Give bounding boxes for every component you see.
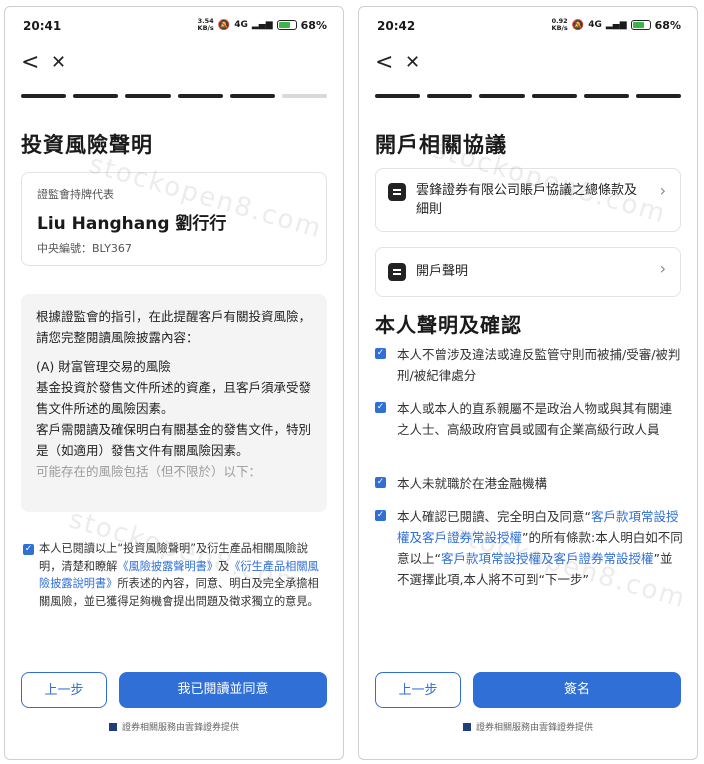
status-time: 20:42 bbox=[377, 19, 416, 33]
mute-icon: 🔕 bbox=[571, 19, 585, 31]
footer: 證券相關服務由雲鋒證券提供 bbox=[359, 720, 697, 733]
signal-icon: ▂▄▆ bbox=[251, 20, 273, 30]
risk-disclosure-box[interactable]: 根據證監會的指引，在此提醒客戶有關投資風險，請您完整閱讀風險披露內容： (A) … bbox=[21, 294, 327, 512]
representative-card: 證監會持牌代表 Liu Hanghang 劉行行 中央編號：BLY367 bbox=[21, 172, 327, 266]
status-bar: 20:41 3.54 KB/s 🔕 4G ▂▄▆ 68% bbox=[5, 7, 343, 43]
progress-step bbox=[73, 94, 119, 98]
declaration-checkbox[interactable]: ✓ bbox=[375, 348, 386, 359]
progress-step bbox=[427, 94, 473, 98]
battery-percent: 68% bbox=[300, 18, 327, 32]
prev-step-button[interactable]: 上一步 bbox=[375, 672, 461, 708]
page-title: 投資風險聲明 bbox=[21, 133, 153, 157]
risk-disclosure-link[interactable]: 《風險披露聲明書》 bbox=[117, 560, 218, 573]
battery-percent: 68% bbox=[654, 18, 681, 32]
progress-step bbox=[21, 94, 67, 98]
network-type: 4G bbox=[234, 20, 248, 30]
battery-icon bbox=[630, 20, 651, 30]
declaration-checkbox[interactable]: ✓ bbox=[375, 477, 386, 488]
status-time: 20:41 bbox=[23, 19, 62, 33]
progress-step bbox=[125, 94, 171, 98]
declaration-text: 本人或本人的直系親屬不是政治人物或與其有關連之人士、高級政府官員或國有企業高級行… bbox=[397, 401, 673, 437]
doc-label: 開戶聲明 bbox=[416, 264, 469, 279]
page-title: 開戶相關協議 bbox=[375, 133, 507, 157]
mute-icon: 🔕 bbox=[217, 19, 231, 31]
doc-label: 雲鋒證券有限公司賬戶協議之總條款及細則 bbox=[416, 183, 638, 217]
nav-bar: < ✕ bbox=[5, 47, 343, 79]
disclosure-paragraph: 客戶需閱讀及確保明白有關基金的發售文件，特別是（如適用）發售文件有關風險因素。 bbox=[36, 422, 312, 458]
nav-bar: < ✕ bbox=[359, 47, 697, 79]
chevron-right-icon: › bbox=[659, 181, 666, 200]
progress-step bbox=[583, 94, 629, 98]
broker-logo-icon bbox=[108, 723, 117, 731]
broker-logo-icon bbox=[462, 723, 471, 731]
phone-screen-risk-statement: 20:41 3.54 KB/s 🔕 4G ▂▄▆ 68% < ✕ 投資風險聲明 證… bbox=[4, 6, 344, 760]
close-icon[interactable]: ✕ bbox=[51, 49, 66, 77]
network-speed: 0.92 KB/s bbox=[551, 17, 568, 32]
risk-consent-checkbox[interactable]: ✓ bbox=[23, 544, 34, 555]
back-icon[interactable]: < bbox=[21, 49, 39, 77]
disclosure-paragraph: 基金投資於發售文件所述的資產，且客戶須承受發售文件所述的風險因素。 bbox=[36, 380, 312, 416]
progress-step bbox=[635, 94, 682, 98]
standing-authority-link[interactable]: 客戶款項常設授權及客戶證券常設授權 bbox=[441, 551, 654, 566]
disclosure-heading: (A) 財富管理交易的風險 bbox=[36, 359, 171, 374]
progress-step bbox=[177, 94, 223, 98]
step-progress bbox=[375, 94, 682, 98]
rep-name: Liu Hanghang 劉行行 bbox=[37, 214, 227, 234]
back-icon[interactable]: < bbox=[375, 49, 393, 77]
declaration-item: ✓ 本人未就職於在港金融機構 bbox=[375, 473, 683, 494]
declaration-text: 本人不曾涉及違法或違反監管守則而被捕/受審/被判刑/被紀律處分 bbox=[397, 347, 681, 383]
progress-step bbox=[531, 94, 577, 98]
standing-authority-text: 本人確認已閱讀、完全明白及同意“客戶款項常設授權及客戶證券常設授權”的所有條款:… bbox=[397, 509, 683, 587]
rep-code: 中央編號：BLY367 bbox=[37, 242, 132, 255]
prev-step-button[interactable]: 上一步 bbox=[21, 672, 107, 708]
status-bar: 20:42 0.92 KB/s 🔕 4G ▂▄▆ 68% bbox=[359, 7, 697, 43]
status-icons: 3.54 KB/s 🔕 4G ▂▄▆ 68% bbox=[198, 18, 327, 32]
chevron-right-icon: › bbox=[659, 259, 666, 278]
document-icon bbox=[388, 263, 406, 281]
sign-button[interactable]: 簽名 bbox=[473, 672, 681, 708]
progress-step bbox=[479, 94, 525, 98]
disclosure-intro: 根據證監會的指引，在此提醒客戶有關投資風險，請您完整閱讀風險披露內容： bbox=[36, 309, 312, 345]
battery-icon bbox=[276, 20, 297, 30]
declaration-checkbox[interactable]: ✓ bbox=[375, 402, 386, 413]
status-icons: 0.92 KB/s 🔕 4G ▂▄▆ 68% bbox=[552, 18, 681, 32]
step-progress bbox=[21, 94, 328, 98]
progress-step bbox=[229, 94, 275, 98]
declaration-item: ✓ 本人確認已閱讀、完全明白及同意“客戶款項常設授權及客戶證券常設授權”的所有條… bbox=[375, 506, 683, 590]
declaration-text: 本人未就職於在港金融機構 bbox=[397, 476, 548, 491]
network-speed: 3.54 KB/s bbox=[197, 17, 214, 32]
rep-label: 證監會持牌代表 bbox=[37, 188, 114, 201]
document-icon bbox=[388, 183, 406, 201]
standing-authority-checkbox[interactable]: ✓ bbox=[375, 510, 386, 521]
section-title: 本人聲明及確認 bbox=[375, 313, 522, 337]
declaration-item: ✓ 本人不曾涉及違法或違反監管守則而被捕/受審/被判刑/被紀律處分 bbox=[375, 344, 683, 386]
progress-step bbox=[375, 94, 421, 98]
scroll-fade bbox=[21, 472, 327, 512]
close-icon[interactable]: ✕ bbox=[405, 49, 420, 77]
phone-screen-agreements: 20:42 0.92 KB/s 🔕 4G ▂▄▆ 68% < ✕ 開戶相關協議 雲… bbox=[358, 6, 698, 760]
account-statement-card[interactable]: 開戶聲明 › bbox=[375, 247, 681, 297]
footer: 證券相關服務由雲鋒證券提供 bbox=[5, 720, 343, 733]
network-type: 4G bbox=[588, 20, 602, 30]
declaration-item: ✓ 本人或本人的直系親屬不是政治人物或與其有關連之人士、高級政府官員或國有企業高… bbox=[375, 398, 683, 440]
progress-step bbox=[281, 94, 328, 98]
agree-button[interactable]: 我已閱讀並同意 bbox=[119, 672, 327, 708]
account-agreement-card[interactable]: 雲鋒證券有限公司賬戶協議之總條款及細則 › bbox=[375, 168, 681, 232]
signal-icon: ▂▄▆ bbox=[605, 20, 627, 30]
risk-consent-text: 本人已閱讀以上“投資風險聲明”及衍生產品相關風險說明，清楚和瞭解《風險披露聲明書… bbox=[39, 542, 319, 608]
